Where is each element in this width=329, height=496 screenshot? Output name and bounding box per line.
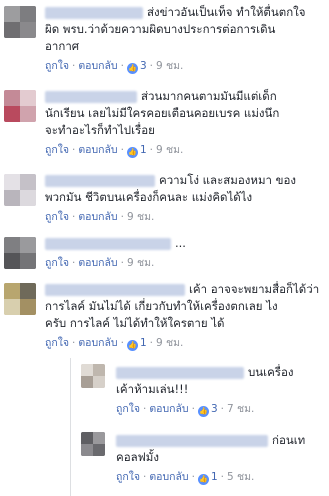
avatar[interactable]: [4, 283, 36, 315]
comment-text: ...: [175, 236, 186, 250]
reply-link[interactable]: ตอบกลับ: [78, 257, 117, 269]
comment-actions: ถูกใจ · ตอบกลับ · 👍 3 · 9 ชม.: [45, 60, 184, 74]
commenter-name[interactable]: [45, 283, 185, 296]
commenter-name[interactable]: [45, 6, 143, 19]
timestamp[interactable]: 9 ชม.: [127, 257, 154, 269]
reply-link[interactable]: ตอบกลับ: [78, 211, 117, 223]
like-link[interactable]: ถูกใจ: [116, 403, 140, 415]
reply-link[interactable]: ตอบกลับ: [149, 471, 188, 483]
timestamp[interactable]: 9 ชม.: [156, 144, 183, 156]
like-count[interactable]: 👍 3: [197, 403, 218, 417]
reply-actions: ถูกใจ · ตอบกลับ · 👍 1 · 5 ชม.: [116, 471, 255, 485]
like-count[interactable]: 👍 1: [197, 471, 218, 485]
commenter-name[interactable]: [45, 237, 171, 250]
reply-actions: ถูกใจ · ตอบกลับ · 👍 3 · 7 ชม.: [116, 403, 255, 417]
timestamp[interactable]: 9 ชม.: [127, 211, 154, 223]
like-link[interactable]: ถูกใจ: [45, 211, 69, 223]
comment-actions: ถูกใจ · ตอบกลับ · 9 ชม.: [45, 257, 155, 269]
reply-thread: บนเครื่อง เค้าห้ามเล่น!!! ถูกใจ · ตอบกลับ ·…: [70, 358, 327, 496]
like-count[interactable]: 👍 3: [126, 60, 147, 74]
avatar[interactable]: [81, 432, 105, 456]
thumbs-up-icon: 👍: [126, 147, 138, 158]
avatar[interactable]: [4, 237, 36, 269]
like-link[interactable]: ถูกใจ: [45, 144, 69, 156]
avatar[interactable]: [4, 90, 36, 122]
commenter-name[interactable]: [45, 90, 137, 103]
timestamp[interactable]: 9 ชม.: [156, 337, 183, 349]
timestamp[interactable]: 9 ชม.: [156, 60, 183, 72]
like-link[interactable]: ถูกใจ: [45, 257, 69, 269]
comment-actions: ถูกใจ · ตอบกลับ · 👍 1 · 9 ชม.: [45, 144, 184, 158]
reply-link[interactable]: ตอบกลับ: [78, 144, 117, 156]
reply-link[interactable]: ตอบกลับ: [78, 337, 117, 349]
like-link[interactable]: ถูกใจ: [116, 471, 140, 483]
thumbs-up-icon: 👍: [126, 340, 138, 351]
like-count[interactable]: 👍 1: [126, 144, 147, 158]
thumbs-up-icon: 👍: [126, 63, 138, 74]
avatar[interactable]: [4, 6, 36, 38]
comment-actions: ถูกใจ · ตอบกลับ · 👍 1 · 9 ชม.: [45, 337, 184, 351]
avatar[interactable]: [81, 364, 105, 388]
timestamp[interactable]: 5 ชม.: [227, 471, 254, 483]
commenter-name[interactable]: [45, 174, 155, 187]
reply-link[interactable]: ตอบกลับ: [78, 60, 117, 72]
timestamp[interactable]: 7 ชม.: [227, 403, 254, 415]
thumbs-up-icon: 👍: [197, 474, 209, 485]
like-count[interactable]: 👍 1: [126, 337, 147, 351]
avatar[interactable]: [4, 174, 36, 206]
like-link[interactable]: ถูกใจ: [45, 60, 69, 72]
comment-actions: ถูกใจ · ตอบกลับ · 9 ชม.: [45, 211, 155, 223]
reply-link[interactable]: ตอบกลับ: [149, 403, 188, 415]
like-link[interactable]: ถูกใจ: [45, 337, 69, 349]
commenter-name[interactable]: [116, 434, 268, 447]
commenter-name[interactable]: [116, 366, 244, 379]
thumbs-up-icon: 👍: [197, 406, 209, 417]
